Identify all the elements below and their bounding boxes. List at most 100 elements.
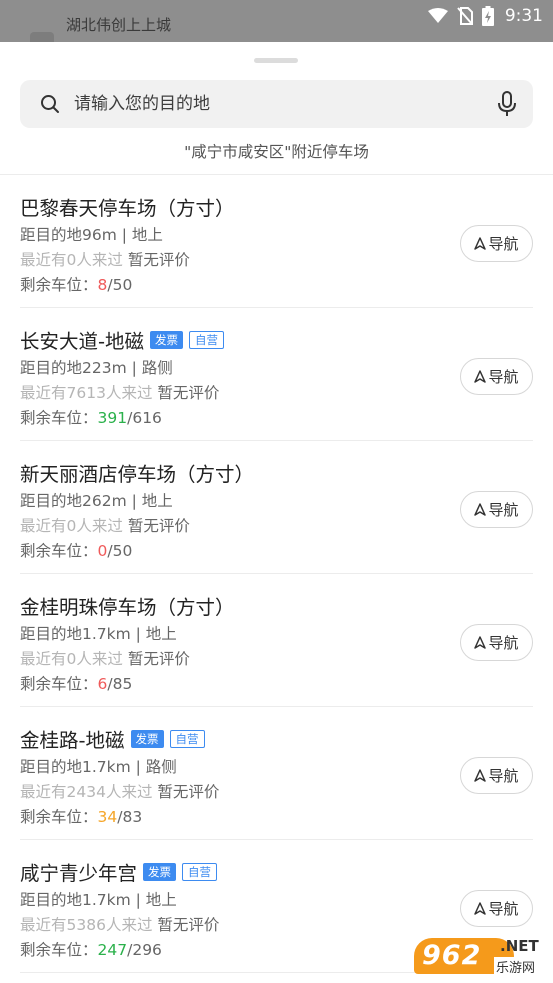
- lot-name: 新天丽酒店停车场（方寸）: [20, 463, 255, 486]
- navigate-button[interactable]: 导航: [460, 225, 533, 262]
- lot-distance: 距目的地1.7km | 路侧: [20, 758, 177, 776]
- search-input[interactable]: [74, 94, 487, 114]
- navigate-button[interactable]: 导航: [460, 491, 533, 528]
- lot-distance: 距目的地1.7km | 地上: [20, 625, 177, 643]
- bottom-sheet: "咸宁市咸安区"附近停车场 巴黎春天停车场（方寸） 距目的地96m | 地上 最…: [0, 42, 553, 983]
- lot-spots-row: 剩余车位：8/50: [20, 273, 132, 295]
- watermark-number: 962: [422, 940, 482, 971]
- lot-visitors: 最近有2434人来过: [20, 783, 153, 801]
- self-run-badge: 自营: [182, 862, 218, 881]
- status-bar: 湖北伟创上上城 9:31: [0, 0, 553, 42]
- parking-lot-item[interactable]: 金桂路-地磁 发票 自营 距目的地1.7km | 路侧 最近有2434人来过 暂无评…: [20, 707, 533, 840]
- watermark-suffix: .NET: [500, 937, 539, 955]
- background-map-marker: [30, 32, 54, 42]
- navigate-button[interactable]: 导航: [460, 890, 533, 927]
- lot-spots-row: 剩余车位：247/296: [20, 938, 162, 960]
- lot-name: 长安大道-地磁: [20, 330, 145, 353]
- drag-handle[interactable]: [254, 58, 298, 63]
- navigate-arrow-icon: [474, 237, 487, 250]
- lot-name-row: 咸宁青少年宫 发票 自营: [20, 857, 218, 886]
- background-map-title: 湖北伟创上上城: [66, 16, 172, 34]
- lot-distance: 距目的地1.7km | 地上: [20, 891, 177, 909]
- navigate-button[interactable]: 导航: [460, 757, 533, 794]
- navigate-label: 导航: [488, 501, 519, 519]
- spots-free: 34: [97, 808, 118, 826]
- navigate-button[interactable]: 导航: [460, 624, 533, 661]
- microphone-icon[interactable]: [495, 91, 519, 117]
- spots-free: 8: [97, 276, 108, 294]
- spots-total: /85: [107, 675, 133, 693]
- self-run-badge: 自营: [189, 330, 225, 349]
- lot-distance: 距目的地223m | 路侧: [20, 359, 173, 377]
- parking-lot-item[interactable]: 新天丽酒店停车场（方寸） 距目的地262m | 地上 最近有0人来过 暂无评价 …: [20, 441, 533, 574]
- navigate-label: 导航: [488, 767, 519, 785]
- lot-visitors: 最近有7613人来过: [20, 384, 153, 402]
- spots-total: /50: [107, 542, 133, 560]
- navigate-label: 导航: [488, 235, 519, 253]
- parking-lot-item[interactable]: 长安大道-地磁 发票 自营 距目的地223m | 路侧 最近有7613人来过 暂无评…: [20, 308, 533, 441]
- nearby-area-label: "咸宁市咸安区"附近停车场: [184, 143, 369, 161]
- lot-rating: 暂无评价: [157, 384, 220, 402]
- spots-total: /50: [107, 276, 133, 294]
- navigate-label: 导航: [488, 900, 519, 918]
- navigate-arrow-icon: [474, 503, 487, 516]
- spots-total: /83: [117, 808, 143, 826]
- self-run-badge: 自营: [169, 729, 205, 748]
- lot-spots-row: 剩余车位：6/85: [20, 672, 132, 694]
- lot-name: 咸宁青少年宫: [20, 862, 138, 885]
- lot-rating: 暂无评价: [157, 783, 220, 801]
- lot-distance: 距目的地96m | 地上: [20, 226, 163, 244]
- wifi-icon: [427, 8, 448, 23]
- lot-rating: 暂无评价: [127, 251, 190, 269]
- lot-name-row: 长安大道-地磁 发票 自营: [20, 325, 225, 354]
- spots-label: 剩余车位：: [20, 675, 98, 693]
- lot-name: 巴黎春天停车场（方寸）: [20, 197, 235, 220]
- navigate-label: 导航: [488, 634, 519, 652]
- invoice-badge: 发票: [150, 330, 184, 349]
- spots-free: 0: [97, 542, 108, 560]
- spots-label: 剩余车位：: [20, 542, 98, 560]
- status-time: 9:31: [504, 6, 543, 26]
- navigate-arrow-icon: [474, 902, 487, 915]
- watermark-sub: 乐游网: [494, 957, 538, 976]
- lot-rating: 暂无评价: [127, 517, 190, 535]
- navigate-label: 导航: [488, 368, 519, 386]
- lot-distance: 距目的地262m | 地上: [20, 492, 173, 510]
- battery-icon: [481, 6, 494, 26]
- lot-visitors-row: 最近有2434人来过 暂无评价: [20, 780, 219, 802]
- lot-visitors-row: 最近有0人来过 暂无评价: [20, 647, 190, 669]
- parking-lot-item[interactable]: 巴黎春天停车场（方寸） 距目的地96m | 地上 最近有0人来过 暂无评价 剩余…: [20, 175, 533, 308]
- spots-label: 剩余车位：: [20, 941, 98, 959]
- search-icon: [41, 95, 59, 113]
- lot-name-row: 巴黎春天停车场（方寸）: [20, 192, 235, 221]
- lot-visitors-row: 最近有0人来过 暂无评价: [20, 248, 190, 270]
- lot-rating: 暂无评价: [157, 916, 220, 934]
- spots-total: /296: [127, 941, 162, 959]
- lot-rating: 暂无评价: [127, 650, 190, 668]
- parking-lot-list: 巴黎春天停车场（方寸） 距目的地96m | 地上 最近有0人来过 暂无评价 剩余…: [0, 175, 553, 973]
- lot-visitors: 最近有5386人来过: [20, 916, 153, 934]
- parking-lot-item[interactable]: 金桂明珠停车场（方寸） 距目的地1.7km | 地上 最近有0人来过 暂无评价 …: [20, 574, 533, 707]
- spots-label: 剩余车位：: [20, 276, 98, 294]
- invoice-badge: 发票: [143, 862, 177, 881]
- navigate-arrow-icon: [474, 636, 487, 649]
- spots-free: 247: [97, 941, 128, 959]
- search-box[interactable]: [20, 80, 533, 128]
- lot-visitors: 最近有0人来过: [20, 517, 123, 535]
- invoice-badge: 发票: [130, 729, 164, 748]
- lot-visitors: 最近有0人来过: [20, 251, 123, 269]
- lot-visitors: 最近有0人来过: [20, 650, 123, 668]
- navigate-arrow-icon: [474, 370, 487, 383]
- no-sim-icon: [457, 7, 473, 25]
- navigate-button[interactable]: 导航: [460, 358, 533, 395]
- lot-visitors-row: 最近有7613人来过 暂无评价: [20, 381, 219, 403]
- status-icons: 9:31: [427, 6, 543, 26]
- lot-visitors-row: 最近有5386人来过 暂无评价: [20, 913, 219, 935]
- lot-spots-row: 剩余车位：34/83: [20, 805, 142, 827]
- lot-name: 金桂明珠停车场（方寸）: [20, 596, 235, 619]
- lot-spots-row: 剩余车位：391/616: [20, 406, 162, 428]
- watermark-logo: 962 .NET 乐游网: [414, 935, 551, 979]
- lot-name: 金桂路-地磁: [20, 729, 125, 752]
- lot-name-row: 金桂路-地磁 发票 自营: [20, 724, 205, 753]
- lot-name-row: 金桂明珠停车场（方寸）: [20, 591, 235, 620]
